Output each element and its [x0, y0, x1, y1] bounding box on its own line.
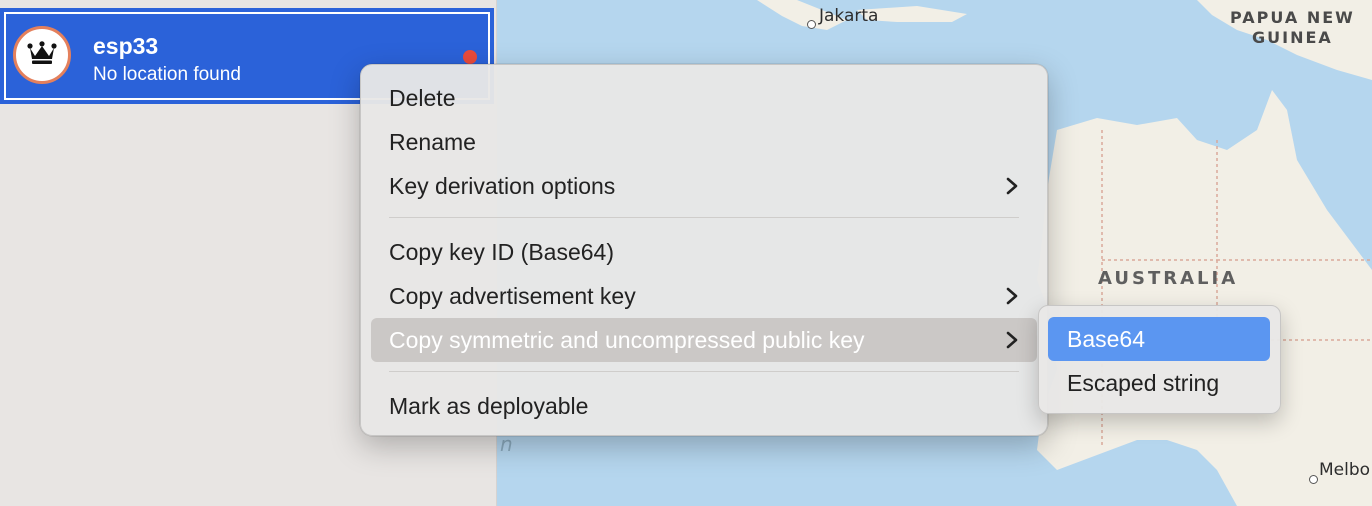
papua-label: PAPUA NEW GUINEA: [1230, 8, 1355, 48]
menu-item-copy-key-id[interactable]: Copy key ID (Base64): [371, 230, 1037, 274]
menu-item-copy-symmetric-public-key[interactable]: Copy symmetric and uncompressed public k…: [371, 318, 1037, 362]
chevron-right-icon: [1003, 176, 1021, 196]
menu-item-label: Mark as deployable: [389, 393, 589, 419]
menu-item-mark-as-deployable[interactable]: Mark as deployable: [371, 384, 1037, 428]
submenu-item-label: Base64: [1067, 326, 1146, 352]
chevron-right-icon: [1003, 330, 1021, 350]
crown-icon: [27, 40, 57, 70]
menu-item-label: Copy key ID (Base64): [389, 239, 614, 265]
menu-separator: [389, 217, 1019, 218]
submenu-item-label: Escaped string: [1067, 370, 1220, 396]
menu-item-label: Copy symmetric and uncompressed public k…: [389, 327, 865, 353]
menu-item-label: Delete: [389, 85, 456, 111]
jakarta-marker: [807, 20, 816, 29]
menu-item-label: Rename: [389, 129, 476, 155]
menu-separator: [389, 371, 1019, 372]
device-status: No location found: [93, 64, 241, 85]
melbourne-marker: [1309, 475, 1318, 484]
context-menu: Delete Rename Key derivation options Cop…: [360, 64, 1048, 436]
submenu-item-base64[interactable]: Base64: [1048, 317, 1270, 361]
papua-label-line2: GUINEA: [1252, 28, 1333, 47]
menu-item-rename[interactable]: Rename: [371, 120, 1037, 164]
status-dot: [463, 50, 477, 64]
device-avatar: [13, 26, 71, 84]
menu-item-label: Copy advertisement key: [389, 283, 636, 309]
melbourne-label: Melbo: [1319, 460, 1371, 480]
jakarta-label: Jakarta: [819, 6, 879, 26]
papua-label-line1: PAPUA NEW: [1230, 8, 1355, 27]
copy-format-submenu: Base64 Escaped string: [1038, 305, 1281, 414]
menu-item-key-derivation-options[interactable]: Key derivation options: [371, 164, 1037, 208]
menu-item-label: Key derivation options: [389, 173, 616, 199]
menu-item-copy-advertisement-key[interactable]: Copy advertisement key: [371, 274, 1037, 318]
chevron-right-icon: [1003, 286, 1021, 306]
submenu-item-escaped-string[interactable]: Escaped string: [1048, 361, 1270, 405]
device-name: esp33: [93, 33, 159, 59]
menu-item-delete[interactable]: Delete: [371, 76, 1037, 120]
australia-label: AUSTRALIA: [1098, 268, 1239, 289]
